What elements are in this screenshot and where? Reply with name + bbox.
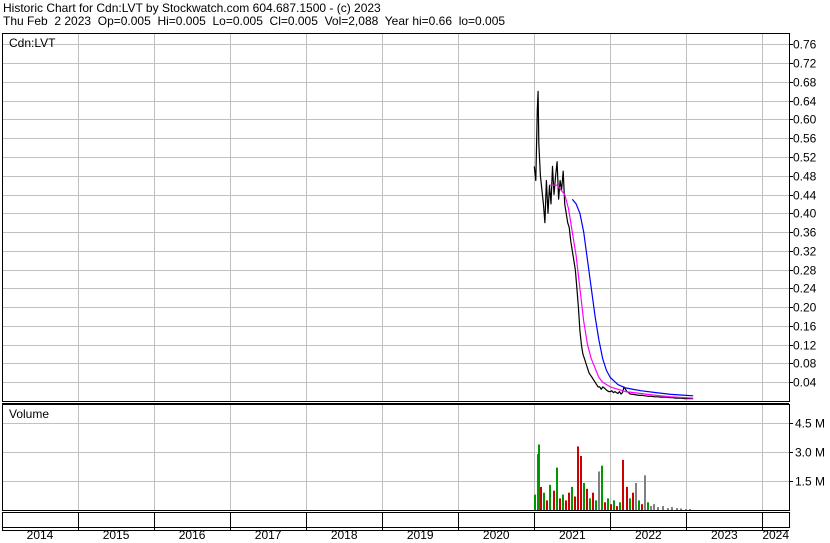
volume-bar	[647, 502, 649, 510]
price-tick-label: 0.40	[793, 207, 817, 221]
year-tick-label: 2018	[331, 528, 358, 542]
year-tick-label: 2020	[483, 528, 510, 542]
volume-panel-border	[2, 404, 790, 511]
price-tick-label: 0.20	[793, 301, 817, 315]
volume-bar	[667, 508, 669, 510]
volume-bar	[565, 500, 567, 510]
year-tick-label: 2014	[27, 528, 54, 542]
volume-bar	[622, 459, 624, 510]
stock-chart: 0.04 0.08 0.12 0.16 0.20 0.24 0.28 0.32 0.36 0.40…	[2, 33, 825, 542]
price-tick-label: 0.12	[793, 339, 817, 353]
volume-bar	[580, 456, 582, 510]
year-tick-label: 2016	[179, 528, 206, 542]
volume-bar	[589, 498, 591, 510]
chart-header-title: Historic Chart for Cdn:LVT by Stockwatch…	[3, 1, 381, 15]
volume-bar	[553, 490, 555, 510]
price-panel	[533, 90, 694, 400]
volume-bar	[650, 506, 652, 510]
price-tick-label: 0.44	[793, 189, 817, 203]
volume-bar	[546, 500, 548, 510]
volume-bar	[616, 506, 618, 510]
price-panel-title: Cdn:LVT	[9, 36, 56, 50]
price-tick-label: 0.60	[793, 113, 817, 127]
year-tick-label: 2021	[559, 528, 586, 542]
volume-bar	[604, 502, 606, 510]
price-tick-label: 0.08	[793, 357, 817, 371]
volume-bar	[685, 509, 687, 510]
volume-panel-title: Volume	[9, 407, 49, 421]
volume-bar	[559, 498, 561, 510]
year-tick-label: 2017	[255, 528, 282, 542]
volume-bar	[689, 509, 691, 510]
volume-bar	[619, 502, 621, 510]
volume-bar	[610, 504, 612, 510]
volume-tick-label: 3.0 M	[795, 446, 825, 460]
price-tick-label: 0.28	[793, 264, 817, 278]
chart-frame	[2, 33, 793, 531]
volume-bar	[549, 484, 551, 510]
price-tick-label: 0.24	[793, 282, 817, 296]
volume-bar	[644, 475, 646, 510]
volume-bar	[601, 465, 603, 510]
moving-average-long-line	[571, 198, 694, 397]
volume-bar	[598, 471, 600, 510]
volume-bar	[629, 498, 631, 510]
volume-bar	[613, 500, 615, 510]
price-tick-label: 0.16	[793, 320, 817, 334]
year-tick-label: 2019	[407, 528, 434, 542]
volume-bar	[586, 488, 588, 510]
price-tick-label: 0.76	[793, 38, 817, 52]
volume-bar	[568, 492, 570, 510]
volume-bar	[571, 486, 573, 510]
price-tick-label: 0.68	[793, 76, 817, 90]
price-tick-label: 0.72	[793, 57, 817, 71]
volume-bar	[607, 498, 609, 510]
price-tick-label: 0.52	[793, 151, 817, 165]
volume-bar	[540, 486, 542, 510]
volume-bar	[662, 506, 664, 510]
volume-bar	[638, 500, 640, 510]
volume-bar	[676, 508, 678, 510]
year-tick-label: 2024	[762, 528, 789, 542]
volume-tick-label: 1.5 M	[795, 475, 825, 489]
volume-bar	[583, 483, 585, 510]
price-tick-label: 0.04	[793, 376, 817, 390]
volume-bar	[632, 492, 634, 510]
volume-bar	[574, 496, 576, 510]
price-line	[533, 90, 694, 400]
volume-bar	[671, 507, 673, 510]
price-tick-label: 0.64	[793, 95, 817, 109]
year-tick-label: 2023	[711, 528, 738, 542]
price-panel-border	[2, 33, 790, 402]
volume-bar	[534, 494, 536, 510]
volume-bar	[657, 507, 659, 510]
volume-bar	[543, 492, 545, 510]
volume-bar	[538, 444, 540, 510]
year-tick-label: 2022	[635, 528, 662, 542]
volume-bar	[653, 504, 655, 510]
volume-bar	[592, 492, 594, 510]
volume-bar	[562, 494, 564, 510]
chart-grid	[2, 33, 789, 510]
volume-bar	[635, 483, 637, 510]
volume-bar	[595, 500, 597, 510]
chart-header-quote: Thu Feb 2 2023 Op=0.005 Hi=0.005 Lo=0.00…	[3, 14, 506, 28]
price-tick-label: 0.32	[793, 245, 817, 259]
volume-panel	[534, 444, 691, 510]
price-tick-label: 0.48	[793, 170, 817, 184]
volume-bar	[641, 504, 643, 510]
volume-bar	[556, 467, 558, 510]
volume-tick-label: 4.5 M	[795, 417, 825, 431]
price-tick-label: 0.36	[793, 226, 817, 240]
volume-bar	[680, 508, 682, 510]
volume-bar	[577, 446, 579, 510]
moving-average-short-line	[549, 184, 694, 399]
date-axis-border	[2, 512, 790, 528]
volume-bar	[626, 486, 628, 510]
price-tick-label: 0.56	[793, 132, 817, 146]
year-tick-label: 2015	[103, 528, 130, 542]
